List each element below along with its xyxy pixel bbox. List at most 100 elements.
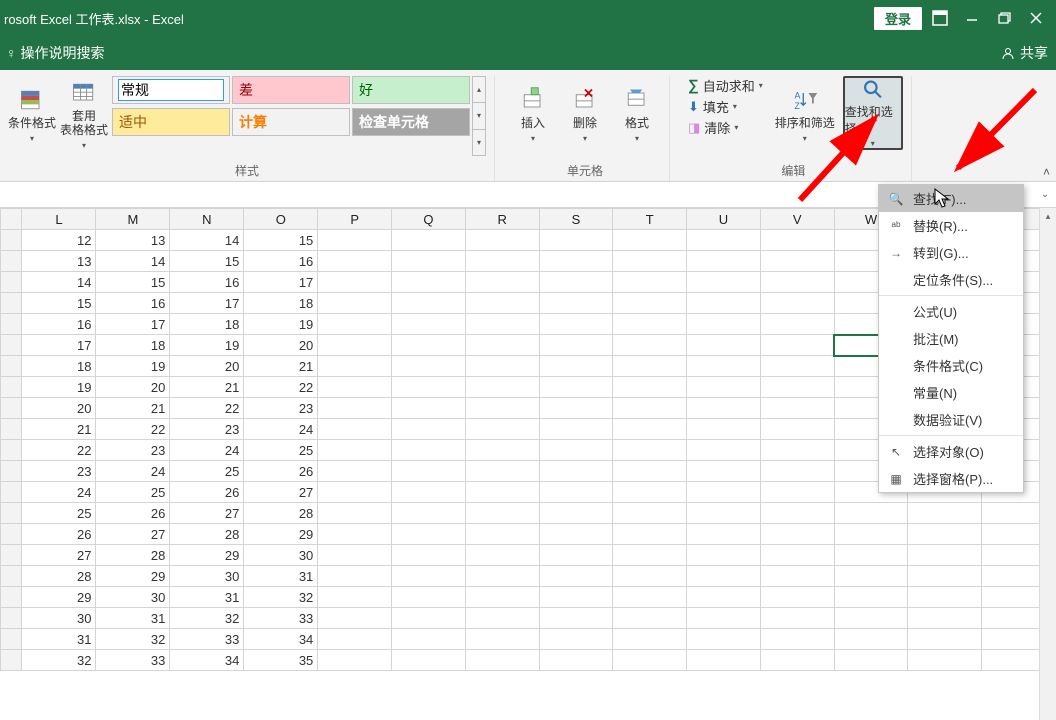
cell-L[interactable]: 16 xyxy=(22,314,96,335)
conditional-formatting-button[interactable]: 条件格式▾ xyxy=(8,76,56,156)
gallery-scroll[interactable]: ▴▾▾ xyxy=(472,76,486,156)
cell-S[interactable] xyxy=(539,398,613,419)
cell-O[interactable]: 28 xyxy=(244,503,318,524)
col-header-P[interactable]: P xyxy=(318,209,392,230)
collapse-ribbon-button[interactable]: ˄ xyxy=(1043,165,1050,179)
cell-U[interactable] xyxy=(687,314,761,335)
cell-V[interactable] xyxy=(760,335,834,356)
cell-M[interactable]: 20 xyxy=(96,377,170,398)
cell-R[interactable] xyxy=(465,419,539,440)
cell-styles-gallery[interactable]: 差 好 适中 计算 检查单元格 xyxy=(112,76,470,156)
cell-V[interactable] xyxy=(760,419,834,440)
cell-X[interactable] xyxy=(908,650,982,671)
cell-L[interactable]: 21 xyxy=(22,419,96,440)
cell-O[interactable]: 16 xyxy=(244,251,318,272)
cell-O[interactable]: 18 xyxy=(244,293,318,314)
cell-L[interactable]: 19 xyxy=(22,377,96,398)
restore-button[interactable] xyxy=(990,7,1018,29)
cell-P[interactable] xyxy=(318,335,392,356)
cell-L[interactable]: 27 xyxy=(22,545,96,566)
row-header[interactable] xyxy=(1,440,22,461)
col-header-L[interactable]: L xyxy=(22,209,96,230)
cell-N[interactable]: 17 xyxy=(170,293,244,314)
cell-L[interactable]: 23 xyxy=(22,461,96,482)
cell-O[interactable]: 26 xyxy=(244,461,318,482)
row-header[interactable] xyxy=(1,419,22,440)
cell-O[interactable]: 17 xyxy=(244,272,318,293)
cell-L[interactable]: 14 xyxy=(22,272,96,293)
cell-Q[interactable] xyxy=(392,503,466,524)
cell-M[interactable]: 27 xyxy=(96,524,170,545)
row-header[interactable] xyxy=(1,377,22,398)
cell-U[interactable] xyxy=(687,608,761,629)
row-header[interactable] xyxy=(1,398,22,419)
cell-T[interactable] xyxy=(613,503,687,524)
cell-O[interactable]: 32 xyxy=(244,587,318,608)
cell-T[interactable] xyxy=(613,482,687,503)
fill-button[interactable]: ⬇填充 ▾ xyxy=(684,97,767,116)
cell-V[interactable] xyxy=(760,650,834,671)
cell-T[interactable] xyxy=(613,587,687,608)
cell-U[interactable] xyxy=(687,503,761,524)
cell-T[interactable] xyxy=(613,251,687,272)
find-select-button[interactable]: 查找和选择▾ xyxy=(843,76,903,150)
cell-M[interactable]: 17 xyxy=(96,314,170,335)
cell-V[interactable] xyxy=(760,272,834,293)
style-calculation[interactable]: 计算 xyxy=(232,108,350,136)
cell-M[interactable]: 26 xyxy=(96,503,170,524)
cell-O[interactable]: 35 xyxy=(244,650,318,671)
cell-S[interactable] xyxy=(539,503,613,524)
menu-goto-special[interactable]: 定位条件(S)... xyxy=(879,266,1023,293)
cell-P[interactable] xyxy=(318,629,392,650)
cell-S[interactable] xyxy=(539,461,613,482)
cell-V[interactable] xyxy=(760,482,834,503)
cell-S[interactable] xyxy=(539,272,613,293)
cell-M[interactable]: 16 xyxy=(96,293,170,314)
cell-V[interactable] xyxy=(760,608,834,629)
cell-N[interactable]: 34 xyxy=(170,650,244,671)
cell-V[interactable] xyxy=(760,503,834,524)
cell-Q[interactable] xyxy=(392,356,466,377)
cell-W[interactable] xyxy=(834,545,908,566)
style-normal-input[interactable] xyxy=(119,80,223,100)
cell-M[interactable]: 21 xyxy=(96,398,170,419)
row-header[interactable] xyxy=(1,524,22,545)
row-header[interactable] xyxy=(1,566,22,587)
cell-T[interactable] xyxy=(613,356,687,377)
cell-M[interactable]: 15 xyxy=(96,272,170,293)
cell-S[interactable] xyxy=(539,440,613,461)
cell-N[interactable]: 28 xyxy=(170,524,244,545)
row-header[interactable] xyxy=(1,314,22,335)
cell-T[interactable] xyxy=(613,566,687,587)
row-header[interactable] xyxy=(1,545,22,566)
cell-L[interactable]: 15 xyxy=(22,293,96,314)
cell-P[interactable] xyxy=(318,398,392,419)
cell-N[interactable]: 26 xyxy=(170,482,244,503)
row-header[interactable] xyxy=(1,293,22,314)
cell-P[interactable] xyxy=(318,230,392,251)
cell-S[interactable] xyxy=(539,251,613,272)
cell-S[interactable] xyxy=(539,587,613,608)
cell-N[interactable]: 31 xyxy=(170,587,244,608)
cell-X[interactable] xyxy=(908,629,982,650)
cell-O[interactable]: 19 xyxy=(244,314,318,335)
cell-S[interactable] xyxy=(539,566,613,587)
cell-U[interactable] xyxy=(687,524,761,545)
cell-M[interactable]: 32 xyxy=(96,629,170,650)
cell-T[interactable] xyxy=(613,335,687,356)
style-check-cell[interactable]: 检查单元格 xyxy=(352,108,470,136)
cell-Q[interactable] xyxy=(392,251,466,272)
style-normal[interactable] xyxy=(112,76,230,104)
cell-U[interactable] xyxy=(687,650,761,671)
cell-R[interactable] xyxy=(465,335,539,356)
cell-P[interactable] xyxy=(318,251,392,272)
cell-R[interactable] xyxy=(465,461,539,482)
cell-Q[interactable] xyxy=(392,272,466,293)
cell-R[interactable] xyxy=(465,356,539,377)
scroll-up-icon[interactable]: ▴ xyxy=(1040,208,1056,225)
cell-X[interactable] xyxy=(908,545,982,566)
cell-O[interactable]: 30 xyxy=(244,545,318,566)
cell-T[interactable] xyxy=(613,293,687,314)
cell-Q[interactable] xyxy=(392,566,466,587)
cell-P[interactable] xyxy=(318,440,392,461)
